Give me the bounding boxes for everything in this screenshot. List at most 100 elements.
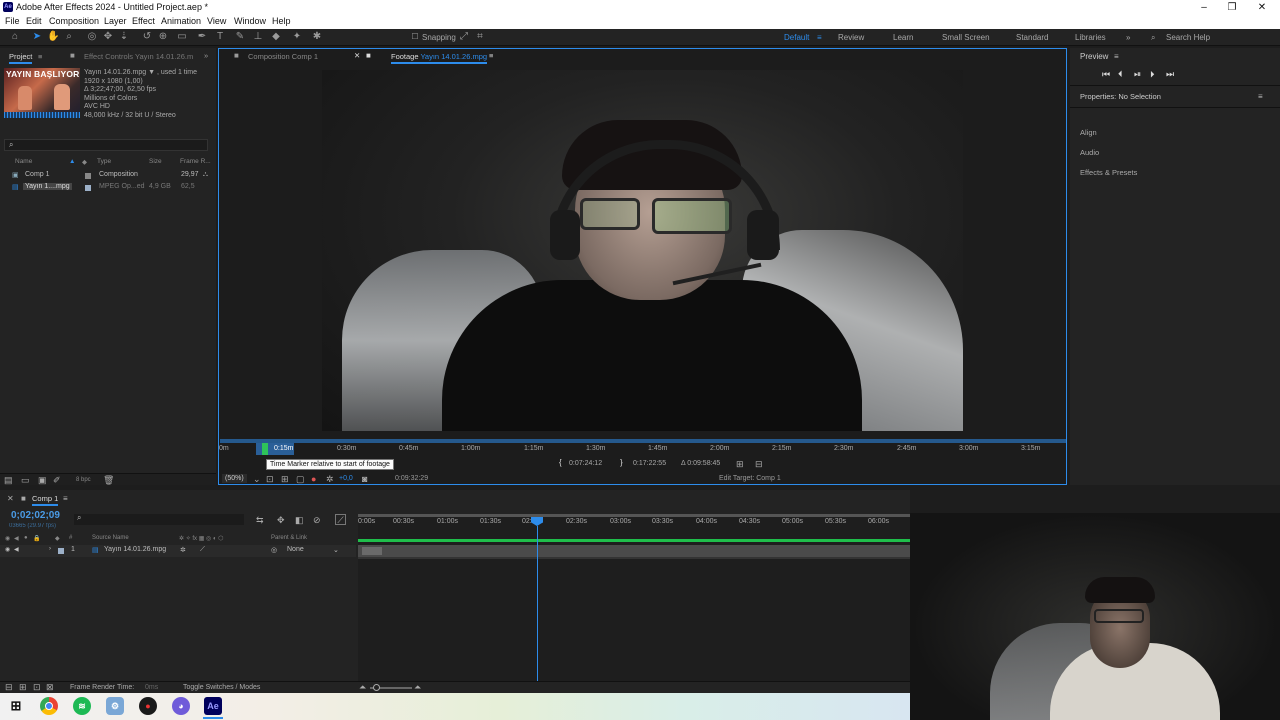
anchor-tool-icon[interactable]: ⊕	[157, 31, 169, 43]
work-area-bar[interactable]	[358, 514, 910, 517]
menu-effect[interactable]: Effect	[132, 16, 155, 26]
audio-toggle-icon[interactable]: ◀	[14, 546, 19, 553]
parent-dropdown[interactable]: None	[287, 546, 304, 553]
obs-record-icon[interactable]: ●	[139, 697, 157, 715]
column-frame-rate[interactable]: Frame R...	[180, 158, 211, 165]
layer-switches-toggle-icon[interactable]: ⊟	[5, 682, 13, 692]
label-swatch[interactable]	[85, 185, 91, 191]
chevron-down-icon[interactable]: ⌄	[253, 474, 261, 484]
composition-tab-icon[interactable]: ■	[234, 51, 239, 60]
workspace-learn[interactable]: Learn	[893, 33, 913, 42]
workspace-small-screen[interactable]: Small Screen	[942, 33, 990, 42]
video-switch-icon[interactable]: ◉	[5, 535, 10, 542]
layer-duration-bar[interactable]	[358, 545, 910, 557]
pan-camera-icon[interactable]: ✥	[102, 31, 114, 43]
layer-label-swatch[interactable]	[58, 548, 64, 554]
tab-effect-controls[interactable]: Effect Controls Yayın 14.01.26.m	[84, 52, 193, 61]
snap-options-icon[interactable]: ⤢	[458, 31, 470, 43]
workspace-review[interactable]: Review	[838, 33, 864, 42]
orbit-camera-icon[interactable]: ◎	[86, 31, 98, 43]
project-row[interactable]: ▣ Comp 1 Composition 29,97 ⛬	[0, 171, 216, 182]
exposure-value[interactable]: +0,0	[339, 475, 353, 482]
project-settings-icon[interactable]: ✐	[53, 475, 61, 485]
menu-file[interactable]: File	[5, 16, 20, 26]
eraser-tool-icon[interactable]: ◆	[270, 31, 282, 43]
puppet-tool-icon[interactable]: ✱	[311, 31, 323, 43]
selection-tool-icon[interactable]: ➤	[31, 31, 43, 43]
spotify-icon[interactable]: ≋	[73, 697, 91, 715]
rotate-tool-icon[interactable]: ↺	[141, 31, 153, 43]
solo-switch-icon[interactable]: ●	[24, 535, 28, 541]
zoom-in-icon[interactable]: ⏶	[414, 682, 421, 692]
playhead-line[interactable]	[537, 526, 538, 693]
label-swatch[interactable]	[85, 173, 91, 179]
new-composition-icon[interactable]: ▣	[38, 475, 47, 485]
tab-composition[interactable]: Composition Comp 1	[248, 52, 318, 61]
workspace-standard[interactable]: Standard	[1016, 33, 1048, 42]
project-row[interactable]: ▤ Yayın 1....mpg MPEG Op...ed 4,9 GB 62,…	[0, 183, 216, 194]
menu-composition[interactable]: Composition	[49, 16, 99, 26]
snapping-checkbox-icon[interactable]: ☐	[409, 31, 421, 43]
graph-editor-icon[interactable]: ⟋	[335, 514, 346, 525]
layer-bar-handle[interactable]	[362, 547, 382, 555]
fit-icon[interactable]: ⊡	[266, 474, 274, 484]
trash-icon[interactable]: 🗑	[103, 475, 114, 485]
frame-blending-icon[interactable]: ⊘	[313, 515, 321, 525]
panel-overflow-icon[interactable]: »	[204, 51, 208, 60]
workspace-menu-icon[interactable]: ≡	[817, 33, 822, 42]
viewer-menu-icon[interactable]: ≡	[489, 51, 493, 60]
render-time-toggle-icon[interactable]: ⊠	[46, 682, 54, 692]
close-button[interactable]: ✕	[1246, 0, 1278, 15]
roto-brush-icon[interactable]: ✦	[291, 31, 303, 43]
menu-help[interactable]: Help	[272, 16, 291, 26]
workspace-libraries[interactable]: Libraries	[1075, 33, 1106, 42]
menu-layer[interactable]: Layer	[104, 16, 127, 26]
column-type[interactable]: Type	[97, 158, 111, 165]
discord-icon[interactable]: ◕	[172, 697, 190, 715]
effects-presets-panel-title[interactable]: Effects & Presets	[1080, 168, 1137, 177]
snapshot-settings-icon[interactable]: ✲	[326, 474, 334, 484]
dolly-camera-icon[interactable]: ⇣	[118, 31, 130, 43]
column-size[interactable]: Size	[149, 158, 162, 165]
mask-visibility-icon[interactable]: ▢	[296, 474, 305, 484]
type-tool-icon[interactable]: T	[214, 31, 226, 43]
timeline-menu-icon[interactable]: ≡	[63, 494, 68, 503]
source-name-column[interactable]: Source Name	[92, 535, 129, 541]
parent-link-column[interactable]: Parent & Link	[271, 535, 307, 541]
workspace-overflow-icon[interactable]: »	[1126, 33, 1130, 42]
app-settings-icon[interactable]: ⚙	[106, 697, 124, 715]
search-help-input[interactable]: Search Help	[1166, 33, 1210, 42]
viewer-time-navigator[interactable]	[220, 439, 1066, 443]
in-point-time[interactable]: 0:07:24:12	[569, 460, 602, 467]
channel-icon[interactable]: ●	[311, 474, 316, 484]
video-toggle-icon[interactable]: ◉	[5, 546, 10, 553]
footage-tab-icon[interactable]: ■	[366, 51, 371, 60]
layer-number-column[interactable]: #	[69, 535, 72, 541]
current-timecode[interactable]: 0:09:32:29	[395, 475, 428, 482]
home-icon[interactable]: ⌂	[9, 31, 21, 43]
out-point-icon[interactable]: }	[620, 458, 623, 467]
tab-comp-1[interactable]: Comp 1	[32, 494, 59, 506]
flowchart-icon[interactable]: ⛬	[203, 171, 208, 179]
magnification-dropdown[interactable]: (50%)	[222, 474, 247, 483]
align-panel-title[interactable]: Align	[1080, 128, 1097, 137]
timeline-search-input[interactable]: ⌕	[74, 513, 244, 525]
close-tab-icon[interactable]: ✕	[7, 494, 14, 503]
first-frame-icon[interactable]: ⏮	[1102, 69, 1110, 79]
shy-layers-icon[interactable]: ◧	[295, 515, 304, 525]
clone-stamp-icon[interactable]: ⊥	[252, 31, 264, 43]
zoom-out-icon[interactable]: ⏶	[359, 682, 366, 692]
ripple-insert-edit-icon[interactable]: ⊞	[736, 459, 744, 469]
tab-footage[interactable]: Footage Yayın 14.01.26.mpg	[391, 52, 488, 64]
label-column-icon[interactable]: ◆	[82, 158, 87, 166]
previous-frame-icon[interactable]: ⏴	[1118, 69, 1123, 79]
effect-controls-lock-icon[interactable]: ■	[70, 51, 75, 60]
pick-whip-icon[interactable]: ◎	[271, 546, 277, 554]
brush-tool-icon[interactable]: ✎	[234, 31, 246, 43]
viewer-playhead[interactable]	[262, 443, 268, 455]
menu-window[interactable]: Window	[234, 16, 266, 26]
last-frame-icon[interactable]: ⏭	[1166, 69, 1174, 79]
snap-grid-icon[interactable]: ⌗	[474, 31, 486, 43]
sort-arrow-icon[interactable]: ▲	[69, 158, 75, 165]
composition-tab-icon[interactable]: ■	[21, 494, 26, 503]
